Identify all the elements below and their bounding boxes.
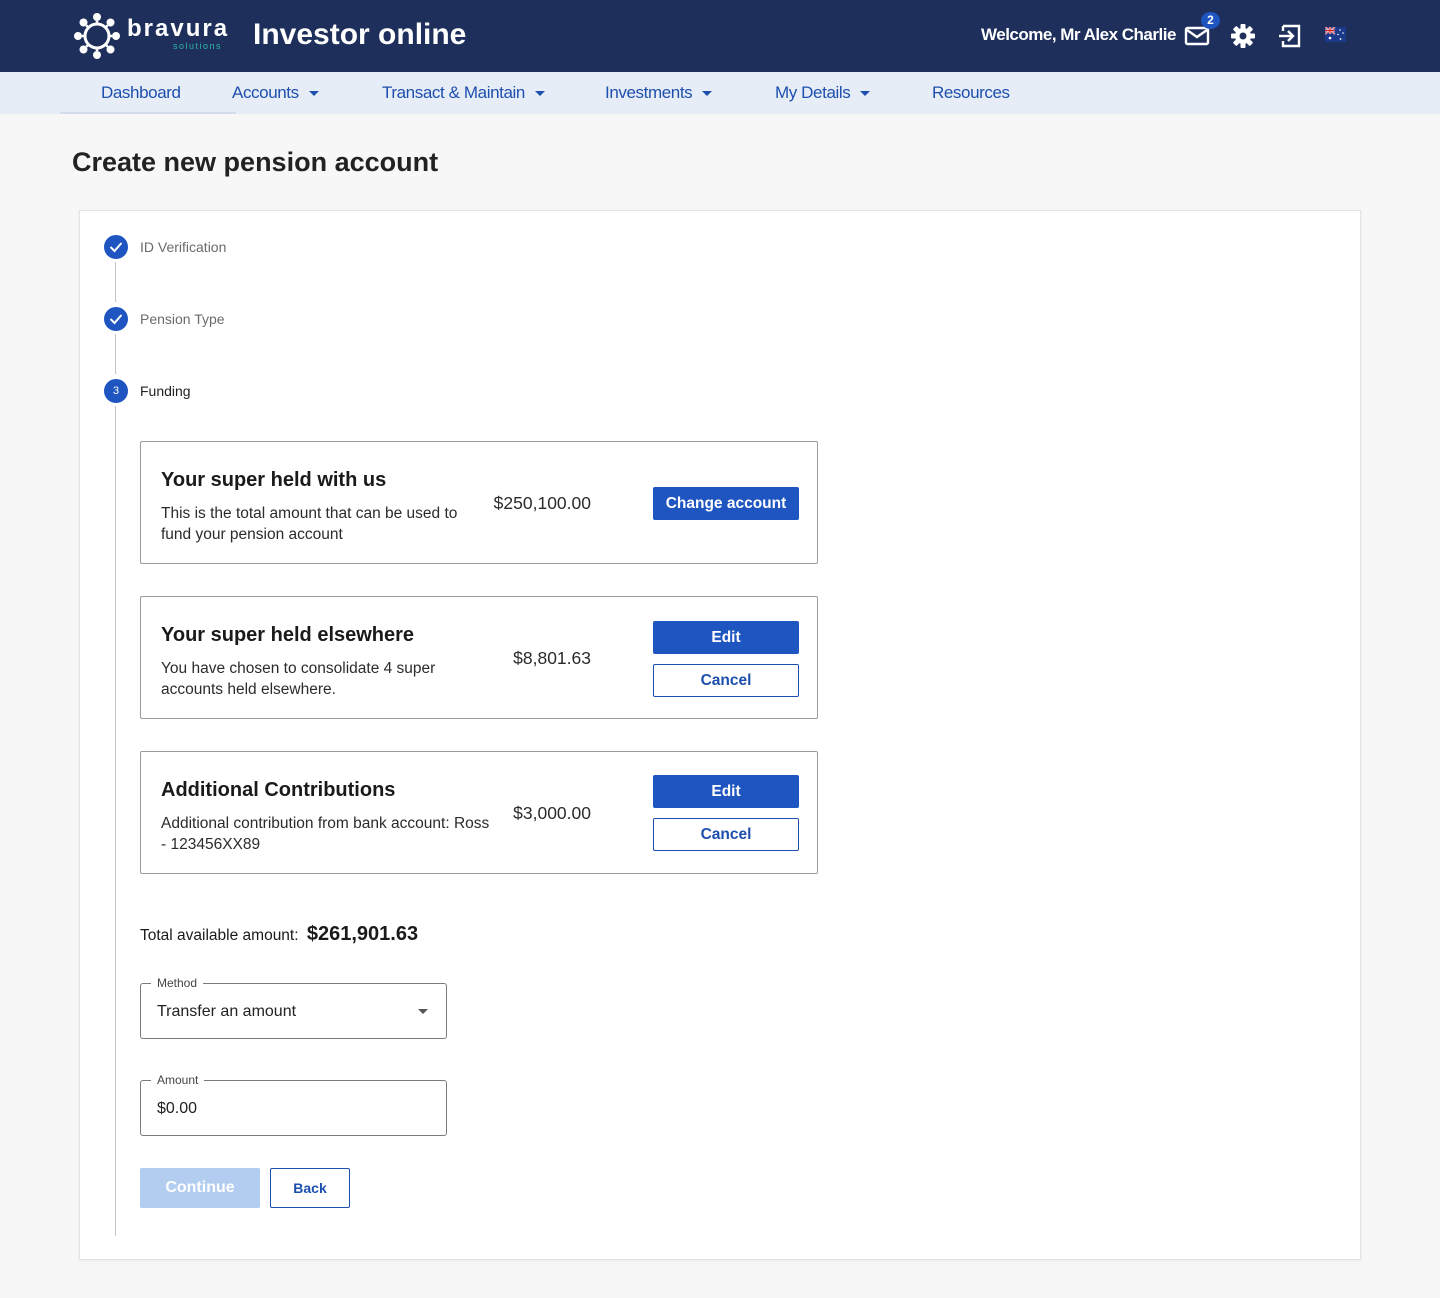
mail-count-badge: 2 (1201, 12, 1220, 29)
step-connector (115, 334, 116, 374)
additional-contributions-edit-button[interactable]: Edit (653, 775, 799, 808)
brand-subtitle: solutions (173, 41, 223, 51)
total-available-amount: Total available amount: $261,901.63 (140, 920, 418, 950)
step-funding: Funding (140, 383, 191, 399)
step-pension-type[interactable]: Pension Type (140, 310, 225, 328)
australia-flag-icon[interactable] (1325, 27, 1346, 42)
super-held-elsewhere-panel: Your super held elsewhere You have chose… (140, 596, 818, 719)
super-with-us-title: Your super held with us (161, 469, 387, 491)
super-held-with-us-panel: Your super held with us This is the tota… (140, 441, 818, 564)
nav-dashboard-label: Dashboard (101, 83, 181, 102)
super-elsewhere-cancel-button[interactable]: Cancel (653, 664, 799, 697)
step-id-verification[interactable]: ID Verification (140, 238, 226, 256)
additional-contributions-description: Additional contribution from bank accoun… (161, 815, 490, 853)
method-label: Method (151, 975, 204, 991)
method-select[interactable]: Method Transfer an amount (140, 975, 447, 1039)
chevron-down-icon (308, 90, 319, 96)
step-connector (115, 262, 116, 302)
nav-resources[interactable]: Resources (932, 82, 1010, 104)
additional-contributions-title: Additional Contributions (161, 779, 396, 801)
additional-contributions-amount: $3,000.00 (513, 803, 591, 823)
welcome-message: Welcome, Mr Alex Charlie (981, 25, 1176, 44)
nav-investments[interactable]: Investments (605, 82, 713, 104)
chevron-down-icon (418, 1009, 428, 1014)
nav-accounts-label: Accounts (232, 83, 299, 102)
nav-transact-label: Transact & Maintain (382, 83, 525, 102)
step-complete-check-icon (104, 307, 128, 331)
step-number-badge: 3 (104, 379, 128, 403)
total-available-label: Total available amount: (140, 927, 299, 944)
continue-button[interactable]: Continue (140, 1168, 260, 1208)
chevron-down-icon (702, 90, 713, 96)
nav-active-indicator (60, 112, 236, 114)
super-elsewhere-amount: $8,801.63 (513, 648, 591, 668)
nav-dashboard[interactable]: Dashboard (101, 82, 181, 104)
app-title: Investor online (253, 18, 467, 51)
step-connector (115, 406, 116, 1236)
total-available-value: $261,901.63 (306, 923, 419, 945)
super-elsewhere-description: You have chosen to consolidate 4 super a… (161, 660, 436, 698)
logout-icon[interactable] (1277, 23, 1303, 49)
nav-my-details-label: My Details (775, 83, 851, 102)
brand-name: bravura (127, 15, 230, 42)
super-with-us-description: This is the total amount that can be use… (161, 505, 458, 543)
super-elsewhere-edit-button[interactable]: Edit (653, 621, 799, 654)
super-elsewhere-title: Your super held elsewhere (161, 624, 415, 646)
amount-value: $0.00 (157, 1100, 198, 1117)
gear-icon[interactable] (1230, 23, 1256, 49)
nav-my-details[interactable]: My Details (775, 82, 871, 104)
top-header: bravura solutions Investor online Welcom… (0, 0, 1440, 72)
nav-investments-label: Investments (605, 83, 693, 102)
chevron-down-icon (860, 90, 871, 96)
change-account-button[interactable]: Change account (653, 487, 799, 520)
nav-accounts[interactable]: Accounts (232, 82, 319, 104)
super-with-us-amount: $250,100.00 (493, 493, 591, 513)
page-title: Create new pension account (72, 147, 439, 177)
method-selected-value: Transfer an amount (157, 1003, 297, 1020)
amount-input[interactable]: Amount $0.00 (140, 1072, 447, 1136)
additional-contributions-panel: Additional Contributions Additional cont… (140, 751, 818, 874)
chevron-down-icon (534, 90, 545, 96)
additional-contributions-cancel-button[interactable]: Cancel (653, 818, 799, 851)
step-complete-check-icon (104, 235, 128, 259)
amount-label: Amount (151, 1072, 205, 1088)
nav-resources-label: Resources (932, 83, 1010, 102)
nav-transact-maintain[interactable]: Transact & Maintain (382, 82, 545, 104)
back-button[interactable]: Back (270, 1168, 350, 1208)
bravura-logo-icon[interactable] (73, 12, 121, 60)
main-navigation: Dashboard Accounts Transact & Maintain I… (0, 72, 1440, 114)
